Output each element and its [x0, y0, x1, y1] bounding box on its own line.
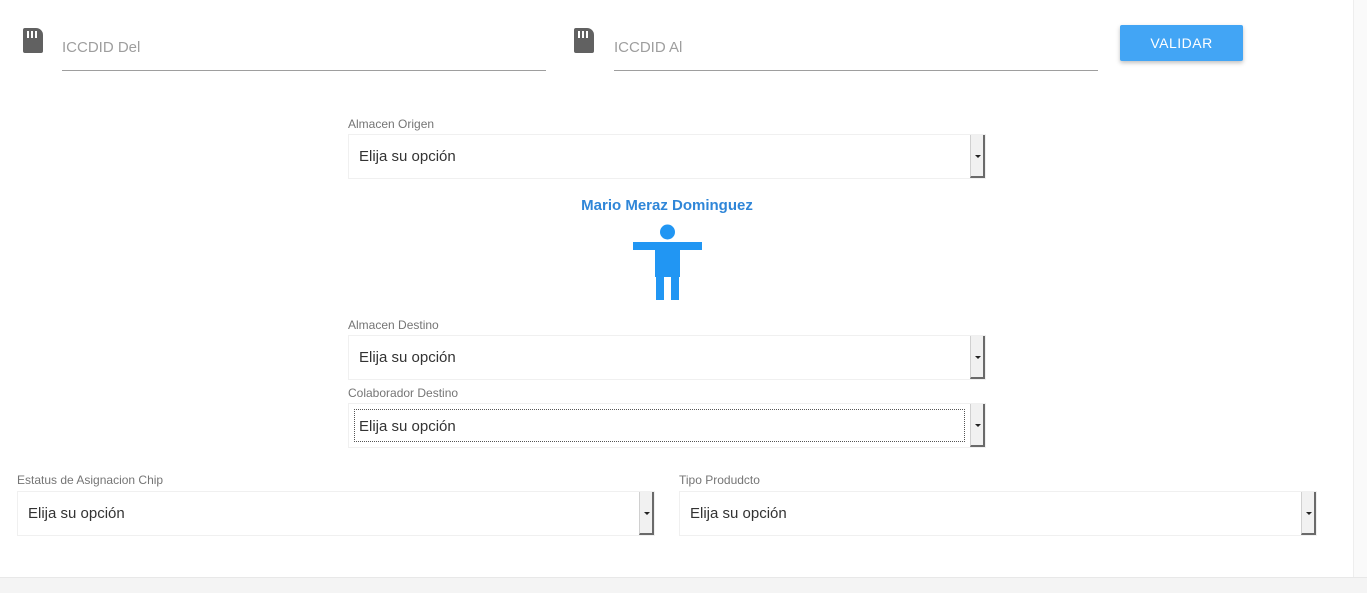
almacen-origen-label: Almacen Origen: [348, 117, 435, 131]
estatus-asignacion-label: Estatus de Asignacion Chip: [17, 473, 164, 487]
almacen-destino-label: Almacen Destino: [348, 318, 439, 332]
scrollbar-track[interactable]: [1353, 0, 1367, 577]
chevron-down-icon[interactable]: [1301, 492, 1316, 535]
almacen-destino-value: Elija su opción: [359, 349, 456, 366]
person-icon: [633, 224, 702, 300]
almacen-destino-select[interactable]: Elija su opción: [348, 335, 986, 380]
tipo-producto-value: Elija su opción: [690, 505, 787, 522]
iccid-to-input[interactable]: [614, 25, 1098, 70]
colaborador-destino-select[interactable]: Elija su opción: [348, 403, 986, 448]
form-panel: VALIDAR Almacen Origen Elija su opción M…: [0, 0, 1353, 577]
tipo-producto-label: Tipo Produdcto: [679, 473, 760, 487]
iccid-from-field[interactable]: [62, 25, 546, 71]
iccid-to-field[interactable]: [614, 25, 1098, 71]
assigned-user-name: Mario Meraz Dominguez: [581, 197, 753, 214]
chevron-down-icon[interactable]: [970, 135, 985, 178]
validate-button[interactable]: VALIDAR: [1120, 25, 1243, 61]
chevron-down-icon[interactable]: [639, 492, 654, 535]
page-footer: [0, 577, 1367, 593]
chevron-down-icon[interactable]: [970, 336, 985, 379]
chevron-down-icon[interactable]: [970, 404, 985, 447]
sim-card-icon: [23, 28, 43, 53]
almacen-origen-select[interactable]: Elija su opción: [348, 134, 986, 179]
colaborador-destino-value: Elija su opción: [354, 409, 965, 442]
iccid-from-input[interactable]: [62, 25, 546, 70]
estatus-asignacion-select[interactable]: Elija su opción: [17, 491, 655, 536]
sim-card-icon: [574, 28, 594, 53]
estatus-asignacion-value: Elija su opción: [28, 505, 125, 522]
colaborador-destino-label: Colaborador Destino: [348, 386, 459, 400]
tipo-producto-select[interactable]: Elija su opción: [679, 491, 1317, 536]
almacen-origen-value: Elija su opción: [359, 148, 456, 165]
